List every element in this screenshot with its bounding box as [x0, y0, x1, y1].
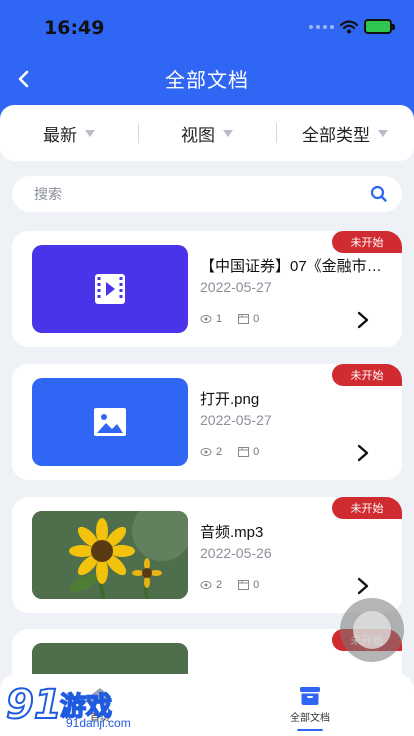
status-time: 16:49	[44, 17, 105, 39]
document-date: 2022-05-27	[200, 279, 272, 295]
comment-count: 0	[253, 579, 260, 591]
thumbnail	[32, 378, 188, 466]
thumbnail	[32, 245, 188, 333]
comment-count: 0	[253, 313, 260, 325]
document-date: 2022-05-26	[200, 545, 272, 561]
chevron-right-icon[interactable]	[356, 311, 370, 329]
document-card[interactable]: 未开始	[12, 497, 402, 613]
filter-type[interactable]: 全部类型	[276, 105, 414, 161]
filter-sort[interactable]: 最新	[0, 105, 138, 161]
eye-icon	[200, 315, 212, 323]
status-badge: 未开始	[332, 364, 402, 386]
chevron-right-icon[interactable]	[356, 444, 370, 462]
status-icons	[309, 19, 395, 34]
watermark-logo: 91 游戏 91danji.com	[0, 676, 150, 736]
document-stats: 2 0	[200, 446, 259, 458]
filter-type-label: 全部类型	[302, 125, 370, 145]
search-icon[interactable]	[370, 185, 388, 203]
caret-down-icon	[85, 129, 95, 137]
comment-count: 0	[253, 446, 260, 458]
filter-sort-label: 最新	[43, 125, 77, 145]
image-icon	[94, 408, 126, 436]
comment-icon	[238, 447, 250, 457]
sunflower-photo	[32, 511, 188, 599]
document-card[interactable]: 未开始 打开.png 2022-05-27 2 0	[12, 364, 402, 480]
status-bar: 16:49	[0, 0, 414, 54]
document-stats: 1 0	[200, 313, 259, 325]
watermark-url: 91danji.com	[66, 716, 131, 730]
battery-icon	[364, 19, 395, 34]
watermark-number: 91	[5, 681, 63, 729]
video-icon	[95, 274, 125, 304]
tab-active-indicator	[297, 729, 323, 731]
view-count: 1	[216, 313, 223, 325]
document-date: 2022-05-27	[200, 412, 272, 428]
filter-bar: 最新 视图 全部类型	[0, 105, 414, 161]
status-badge: 未开始	[332, 231, 402, 253]
document-card[interactable]: 未开始 【中国证券】07《金融市场基础知识》 2022-05-27 1 0	[12, 231, 402, 347]
comment-icon	[238, 580, 250, 590]
caret-down-icon	[378, 129, 388, 137]
search-input[interactable]	[34, 186, 370, 202]
filter-view-label: 视图	[181, 125, 215, 145]
status-badge: 未开始	[332, 497, 402, 519]
document-title: 打开.png	[200, 391, 260, 408]
filter-view[interactable]: 视图	[138, 105, 276, 161]
thumbnail	[32, 511, 188, 599]
search-bar	[12, 176, 402, 212]
tab-all-documents[interactable]: 全部文档	[250, 674, 370, 736]
eye-icon	[200, 448, 212, 456]
document-title: 音频.mp3	[200, 524, 264, 541]
wifi-icon	[340, 19, 358, 33]
comment-icon	[238, 314, 250, 324]
document-stats: 2 0	[200, 579, 259, 591]
view-count: 2	[216, 579, 223, 591]
documents-box-icon	[300, 687, 320, 705]
floating-assistive-button[interactable]	[340, 598, 404, 662]
tab-all-documents-label: 全部文档	[290, 713, 330, 724]
eye-icon	[200, 581, 212, 589]
signal-icon	[309, 24, 334, 29]
chevron-right-icon[interactable]	[356, 577, 370, 595]
nav-bar: 全部文档	[0, 54, 414, 104]
document-title: 【中国证券】07《金融市场基础知识》	[200, 258, 396, 275]
view-count: 2	[216, 446, 223, 458]
caret-down-icon	[223, 129, 233, 137]
page-title: 全部文档	[165, 70, 249, 92]
